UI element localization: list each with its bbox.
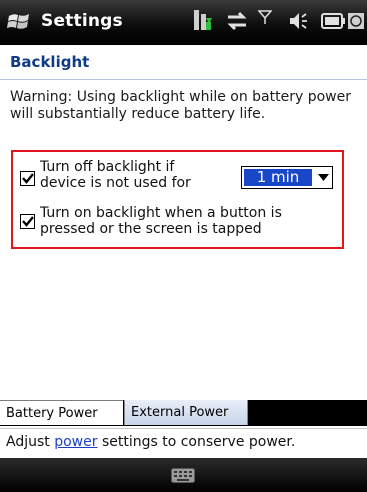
softkey-bar (0, 458, 367, 492)
tab-strip: Battery Power External Power (0, 400, 367, 427)
title-bar: Settings (0, 0, 367, 45)
power-settings-link[interactable]: power (54, 434, 97, 450)
turn-off-label-line2: device is not used for (40, 175, 191, 191)
checkmark-icon (22, 216, 34, 227)
turn-off-backlight-checkbox[interactable] (20, 171, 35, 186)
sync-arrows-icon (227, 11, 247, 31)
windows-flag-icon[interactable] (7, 10, 33, 34)
hint-prefix: Adjust (6, 434, 55, 450)
signal-icon (258, 10, 272, 24)
turn-off-backlight-label: Turn off backlight if device is not used… (40, 159, 191, 191)
chevron-down-icon (318, 174, 329, 181)
turn-on-backlight-label: Turn on backlight when a button is press… (40, 205, 282, 237)
timeout-dropdown-value: 1 min (244, 169, 312, 186)
turn-on-label-line1: Turn on backlight when a button is (40, 205, 282, 221)
timeout-dropdown[interactable]: 1 min (241, 166, 333, 189)
warning-text: Warning: Using backlight while on batter… (10, 89, 351, 122)
clock-icon[interactable] (348, 8, 364, 34)
hint-text: Adjust power settings to conserve power. (6, 434, 295, 450)
hint-bar: Adjust power settings to conserve power. (0, 428, 367, 459)
battery-icon[interactable] (320, 8, 346, 34)
page-header: Backlight (0, 45, 367, 80)
checkmark-icon (22, 173, 34, 184)
turn-off-label-line1: Turn off backlight if (40, 159, 175, 175)
speaker-icon[interactable] (284, 8, 310, 34)
tab-battery-power[interactable]: Battery Power (0, 400, 123, 425)
turn-on-label-line2: pressed or the screen is tapped (40, 221, 262, 237)
page-title: Backlight (10, 53, 90, 71)
hint-suffix: settings to conserve power. (97, 434, 296, 450)
turn-on-backlight-checkbox[interactable] (20, 214, 35, 229)
battery-charging-icon (194, 10, 212, 30)
app-title: Settings (41, 11, 123, 31)
keyboard-icon[interactable] (171, 468, 195, 483)
tab-external-power[interactable]: External Power (124, 400, 248, 425)
